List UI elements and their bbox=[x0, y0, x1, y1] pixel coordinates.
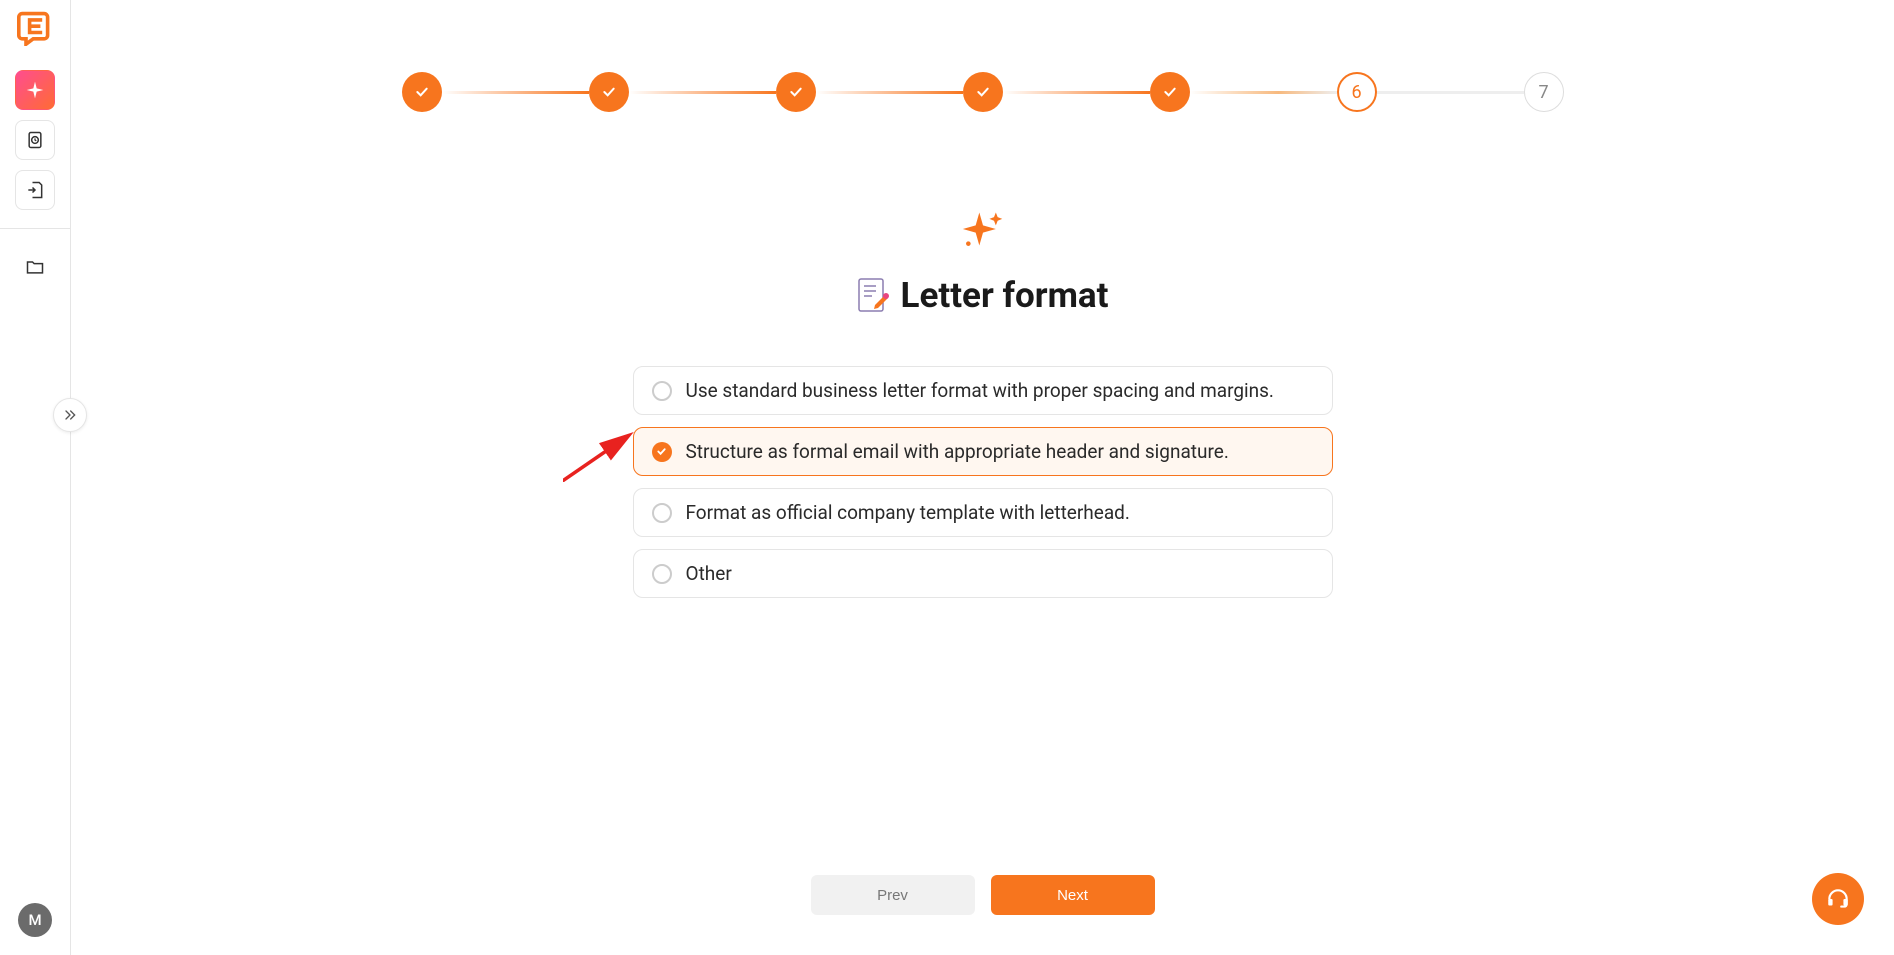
footer-actions: Prev Next bbox=[811, 875, 1155, 915]
sparkle-icon bbox=[25, 80, 45, 100]
connector bbox=[629, 91, 776, 94]
app-logo[interactable] bbox=[17, 10, 53, 46]
step-4[interactable] bbox=[963, 72, 1003, 112]
help-button[interactable] bbox=[1812, 873, 1864, 925]
option-label: Other bbox=[686, 562, 732, 585]
history-icon bbox=[25, 130, 45, 150]
connector bbox=[816, 91, 963, 94]
check-icon bbox=[601, 84, 617, 100]
check-icon bbox=[656, 446, 667, 457]
step-2[interactable] bbox=[589, 72, 629, 112]
page-title-row: Letter format bbox=[857, 275, 1109, 316]
page-title-text: Letter format bbox=[901, 275, 1109, 316]
document-edit-icon bbox=[857, 277, 889, 315]
nav-sparkle[interactable] bbox=[15, 70, 55, 110]
option-company-template[interactable]: Format as official company template with… bbox=[633, 488, 1333, 537]
check-icon bbox=[975, 84, 991, 100]
option-label: Use standard business letter format with… bbox=[686, 379, 1274, 402]
folder-icon bbox=[25, 257, 45, 277]
step-3[interactable] bbox=[776, 72, 816, 112]
step-7[interactable]: 7 bbox=[1524, 72, 1564, 112]
connector bbox=[442, 91, 589, 94]
avatar-initial: M bbox=[28, 911, 41, 929]
main-content: 6 7 Letter format bbox=[71, 0, 1894, 955]
prev-button[interactable]: Prev bbox=[811, 875, 975, 915]
connector bbox=[1003, 91, 1150, 94]
step-5[interactable] bbox=[1150, 72, 1190, 112]
step-1[interactable] bbox=[402, 72, 442, 112]
connector bbox=[1190, 91, 1337, 94]
next-button[interactable]: Next bbox=[991, 875, 1155, 915]
sidebar: M bbox=[0, 0, 71, 955]
radio-unchecked bbox=[652, 381, 672, 401]
user-avatar[interactable]: M bbox=[18, 903, 52, 937]
wizard-stepper: 6 7 bbox=[402, 72, 1564, 112]
radio-checked bbox=[652, 442, 672, 462]
nav-import[interactable] bbox=[15, 170, 55, 210]
header-sparkle-icon bbox=[961, 207, 1005, 255]
option-standard-business[interactable]: Use standard business letter format with… bbox=[633, 366, 1333, 415]
option-formal-email[interactable]: Structure as formal email with appropria… bbox=[633, 427, 1333, 476]
option-label: Format as official company template with… bbox=[686, 501, 1130, 524]
check-icon bbox=[1162, 84, 1178, 100]
headset-icon bbox=[1825, 886, 1851, 912]
connector bbox=[1377, 91, 1524, 94]
radio-unchecked bbox=[652, 503, 672, 523]
step-number: 6 bbox=[1351, 82, 1361, 103]
radio-unchecked bbox=[652, 564, 672, 584]
format-options: Use standard business letter format with… bbox=[633, 366, 1333, 598]
import-icon bbox=[25, 180, 45, 200]
check-icon bbox=[414, 84, 430, 100]
nav-history[interactable] bbox=[15, 120, 55, 160]
nav-folder[interactable] bbox=[15, 247, 55, 287]
step-number: 7 bbox=[1538, 82, 1548, 103]
option-label: Structure as formal email with appropria… bbox=[686, 440, 1229, 463]
arrow-annotation bbox=[563, 432, 643, 482]
option-other[interactable]: Other bbox=[633, 549, 1333, 598]
check-icon bbox=[788, 84, 804, 100]
step-6[interactable]: 6 bbox=[1337, 72, 1377, 112]
nav-divider bbox=[0, 228, 70, 229]
